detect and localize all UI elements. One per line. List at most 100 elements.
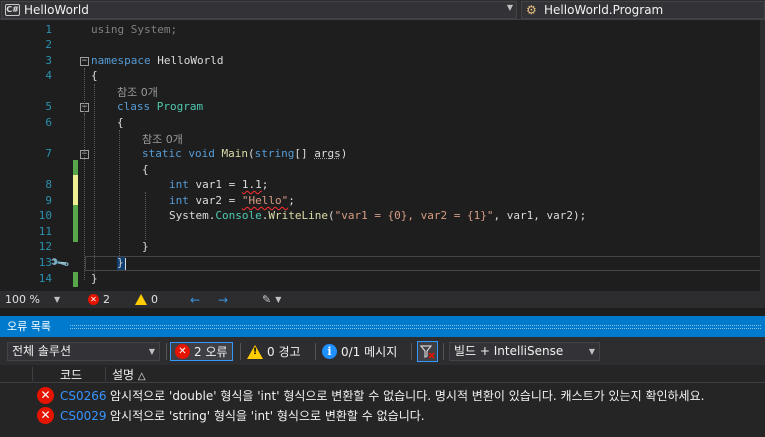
broom-icon: ✎ — [262, 293, 272, 306]
description-header-label: 설명 — [112, 368, 135, 382]
indent-guide — [145, 192, 146, 240]
toolbar-separator — [166, 343, 167, 360]
class-member-name: HelloWorld.Program — [544, 3, 664, 17]
method-name: Main — [221, 147, 249, 160]
filter-toggle-button[interactable] — [417, 341, 438, 362]
current-line-highlight — [85, 256, 765, 271]
error-description: 암시적으로 'double' 형식을 'int' 형식으로 변환할 수 없습니다… — [110, 389, 705, 403]
saved-change-bar — [73, 272, 78, 287]
warning-count-indicator[interactable]: 0 — [135, 292, 158, 307]
brace: } — [142, 240, 149, 253]
brace: } — [91, 272, 98, 285]
code-text: var2 = — [188, 194, 242, 207]
line-number: 12 — [38, 240, 52, 253]
keyword-class: class — [117, 100, 151, 113]
column-header-description[interactable]: 설명 △ — [112, 366, 146, 383]
line-number: 1 — [45, 23, 52, 36]
zoom-dropdown[interactable]: 100 % ▼ — [5, 292, 60, 307]
error-count-indicator[interactable]: ✕ 2 — [88, 292, 110, 307]
error-row[interactable]: ✕ CS0029 암시적으로 'string' 형식을 'int' 형식으로 변… — [0, 406, 765, 425]
reference-count-link[interactable]: 참조 0개 — [117, 84, 158, 100]
class-dropdown[interactable]: ⚙ HelloWorld.Program — [521, 1, 765, 19]
dropdown-arrow-icon: ▼ — [53, 295, 61, 304]
method-name: WriteLine — [268, 209, 328, 222]
title-grip — [70, 325, 761, 329]
editor-status-strip: 100 % ▼ ✕ 2 0 ← → ✎ ▼ — [0, 291, 765, 308]
keyword-int: int — [169, 194, 189, 207]
code-text: ( — [248, 147, 255, 160]
messages-button-label: 0/1 메시지 — [341, 345, 398, 359]
warning-icon: ! — [247, 344, 263, 359]
sort-ascending-icon: △ — [137, 371, 146, 382]
line-number: 11 — [38, 225, 52, 238]
line-number: 9 — [45, 194, 52, 207]
screwdriver-icon[interactable]: 🔧 — [49, 252, 72, 275]
code-text: ; — [288, 194, 295, 207]
column-header-code[interactable]: 코드 — [60, 366, 82, 383]
line-number: 10 — [38, 209, 52, 222]
error-icon: ✕ — [88, 294, 99, 305]
error-code-link[interactable]: CS0029 — [60, 409, 107, 423]
collapse-namespace-icon[interactable]: − — [80, 57, 89, 66]
error-count: 2 — [103, 293, 110, 306]
line-number: 6 — [45, 116, 52, 129]
line-number: 13 — [38, 256, 52, 269]
brace: } — [117, 256, 124, 269]
line-number: 8 — [45, 178, 52, 191]
code-text: ; — [261, 178, 269, 191]
line-number: 3 — [45, 54, 52, 67]
code-text: ) — [340, 147, 348, 160]
keyword-namespace: namespace — [91, 54, 151, 67]
saved-change-bar — [73, 160, 78, 175]
keyword-using: using — [91, 23, 125, 36]
error-list-title-bar[interactable]: 오류 목록 — [0, 316, 765, 337]
brace: { — [142, 163, 149, 176]
error-icon: ✕ — [37, 407, 54, 424]
error-icon: ✕ — [175, 344, 190, 359]
code-text: var1 = — [188, 178, 242, 191]
errors-button-label: 2 오류 — [194, 345, 228, 359]
warning-count: 0 — [151, 293, 158, 306]
indent-guide — [94, 84, 95, 274]
namespace-name: HelloWorld — [150, 54, 224, 67]
error-row[interactable]: ✕ CS0266 암시적으로 'double' 형식을 'int' 형식으로 변… — [0, 386, 765, 405]
warnings-filter-button[interactable]: ! 0 경고 — [243, 342, 305, 361]
fold-guide-line — [84, 114, 85, 264]
panel-title: 오류 목록 — [7, 320, 51, 333]
messages-filter-button[interactable]: i 0/1 메시지 — [318, 342, 401, 361]
class-icon: ⚙ — [526, 3, 537, 17]
class-name: Program — [156, 100, 204, 113]
code-cleanup-button[interactable]: ✎ ▼ — [262, 292, 281, 307]
error-squiggle-value[interactable]: 1.1 — [242, 178, 262, 191]
toolbar-separator — [411, 343, 412, 360]
previous-issue-button[interactable]: ← — [190, 292, 200, 307]
keyword-static: static — [142, 147, 182, 160]
reference-count-link[interactable]: 참조 0개 — [142, 131, 183, 147]
code-text: System. — [169, 209, 216, 222]
error-icon: ✕ — [37, 387, 54, 404]
unsaved-change-bar — [73, 175, 78, 205]
parameter-name: args — [314, 147, 341, 160]
code-text: [] — [294, 147, 315, 160]
error-list-toolbar: 전체 솔루션 ▼ ✕ 2 오류 ! 0 경고 i 0/1 메시지 빌드 + In… — [0, 337, 765, 365]
project-dropdown[interactable]: C# HelloWorld ▼ — [1, 1, 517, 19]
line-number: 7 — [45, 147, 52, 160]
next-issue-button[interactable]: → — [218, 292, 228, 307]
error-code-link[interactable]: CS0266 — [60, 389, 107, 403]
build-source-value: 빌드 + IntelliSense — [454, 344, 564, 358]
keyword-void: void — [188, 147, 215, 160]
editor-scrollbar[interactable] — [760, 20, 765, 291]
code-editor[interactable]: 1 2 3 4 5 6 7 8 9 10 11 12 13 14 − − − 🔧… — [0, 20, 765, 291]
line-number: 4 — [45, 69, 52, 82]
arrow-left-icon: ← — [190, 292, 201, 307]
brace: { — [91, 69, 98, 82]
line-number: 2 — [45, 38, 52, 51]
scope-value: 전체 솔루션 — [12, 344, 72, 358]
scope-dropdown[interactable]: 전체 솔루션 ▼ — [7, 342, 160, 361]
warning-icon — [135, 294, 147, 305]
build-source-dropdown[interactable]: 빌드 + IntelliSense ▼ — [449, 342, 600, 361]
code-text: System; — [124, 23, 178, 36]
type-name: Console — [215, 209, 262, 222]
errors-filter-button[interactable]: ✕ 2 오류 — [170, 342, 233, 361]
error-squiggle-string[interactable]: "Hello" — [242, 194, 288, 207]
